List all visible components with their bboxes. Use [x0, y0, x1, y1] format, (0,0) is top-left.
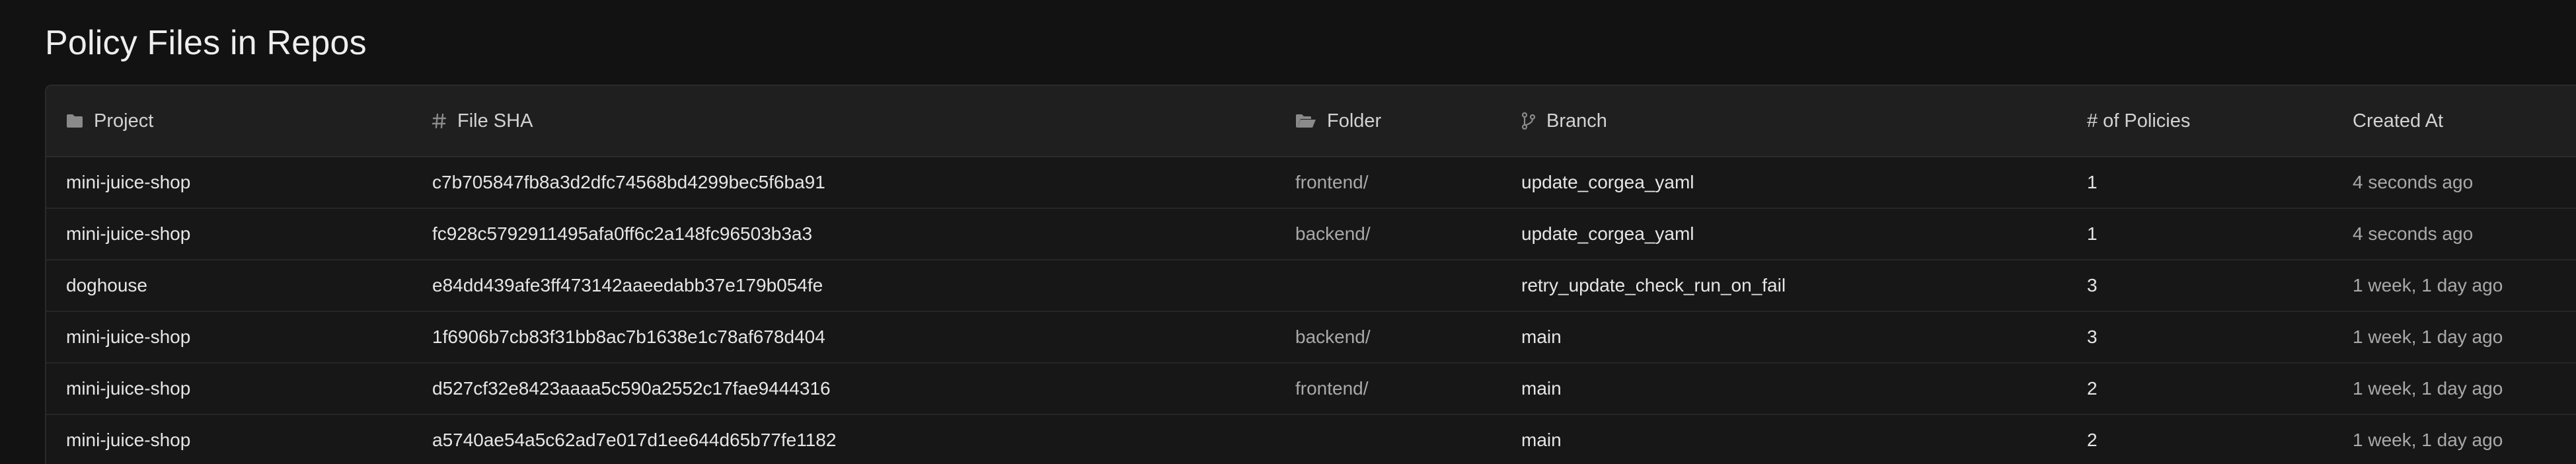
column-label-branch: Branch: [1546, 110, 1607, 132]
cell-file-sha: e84dd439afe3ff473142aaeedabb37e179b054fe: [432, 275, 823, 295]
column-label-policies: # of Policies: [2087, 110, 2191, 132]
column-header-folder[interactable]: Folder: [1295, 86, 1381, 156]
cell-project: mini-juice-shop: [66, 430, 191, 450]
column-header-branch[interactable]: Branch: [1521, 86, 1607, 156]
cell-policies: 2: [2087, 378, 2098, 399]
folder-open-icon: [1296, 114, 1316, 128]
cell-policies: 2: [2087, 430, 2098, 450]
cell-project: mini-juice-shop: [66, 223, 191, 244]
cell-project: doghouse: [66, 275, 148, 295]
cell-created-at: 4 seconds ago: [2353, 172, 2474, 192]
cell-file-sha: d527cf32e8423aaaa5c590a2552c17fae9444316: [432, 378, 831, 399]
column-label-folder: Folder: [1327, 110, 1382, 132]
cell-project: mini-juice-shop: [66, 172, 191, 192]
cell-project: mini-juice-shop: [66, 378, 191, 399]
cell-file-sha: 1f6906b7cb83f31bb8ac7b1638e1c78af678d404: [432, 327, 825, 347]
git-branch-icon: [1521, 112, 1536, 130]
cell-created-at: 1 week, 1 day ago: [2353, 430, 2503, 450]
table-row[interactable]: doghouse e84dd439afe3ff473142aaeedabb37e…: [46, 260, 2576, 312]
table-row[interactable]: mini-juice-shop 1f6906b7cb83f31bb8ac7b16…: [46, 312, 2576, 364]
table-row[interactable]: mini-juice-shop a5740ae54a5c62ad7e017d1e…: [46, 415, 2576, 464]
hash-icon: [432, 113, 447, 129]
cell-created-at: 1 week, 1 day ago: [2353, 378, 2503, 399]
cell-policies: 3: [2087, 275, 2098, 295]
cell-folder: backend/: [1295, 223, 1371, 244]
column-header-created-at[interactable]: Created At: [2353, 86, 2443, 156]
cell-policies: 1: [2087, 223, 2098, 244]
table-row[interactable]: mini-juice-shop d527cf32e8423aaaa5c590a2…: [46, 364, 2576, 415]
cell-branch: main: [1521, 327, 1562, 347]
cell-file-sha: fc928c5792911495afa0ff6c2a148fc96503b3a3: [432, 223, 813, 244]
table-header-row: Project File SHA Folder Branch # of Poli…: [46, 86, 2576, 157]
cell-file-sha: c7b705847fb8a3d2dfc74568bd4299bec5f6ba91: [432, 172, 825, 192]
column-label-created-at: Created At: [2353, 110, 2444, 132]
cell-created-at: 1 week, 1 day ago: [2353, 327, 2503, 347]
cell-folder: frontend/: [1295, 172, 1369, 192]
table-row[interactable]: mini-juice-shop fc928c5792911495afa0ff6c…: [46, 209, 2576, 260]
column-label-project: Project: [94, 110, 154, 132]
cell-branch: retry_update_check_run_on_fail: [1521, 275, 1786, 295]
cell-policies: 1: [2087, 172, 2098, 192]
cell-file-sha: a5740ae54a5c62ad7e017d1ee644d65b77fe1182: [432, 430, 837, 450]
cell-project: mini-juice-shop: [66, 327, 191, 347]
column-header-policies[interactable]: # of Policies: [2087, 86, 2190, 156]
cell-created-at: 1 week, 1 day ago: [2353, 275, 2503, 295]
cell-branch: update_corgea_yaml: [1521, 172, 1694, 192]
folder-icon: [67, 114, 83, 128]
table-row[interactable]: mini-juice-shop c7b705847fb8a3d2dfc74568…: [46, 157, 2576, 209]
column-label-file-sha: File SHA: [457, 110, 533, 132]
cell-branch: main: [1521, 430, 1562, 450]
cell-created-at: 4 seconds ago: [2353, 223, 2474, 244]
policy-files-table: Project File SHA Folder Branch # of Poli…: [45, 85, 2576, 464]
column-header-file-sha[interactable]: File SHA: [432, 86, 533, 156]
cell-folder: backend/: [1295, 327, 1371, 347]
cell-branch: main: [1521, 378, 1562, 399]
table-body: mini-juice-shop c7b705847fb8a3d2dfc74568…: [46, 157, 2576, 464]
cell-branch: update_corgea_yaml: [1521, 223, 1694, 244]
cell-policies: 3: [2087, 327, 2098, 347]
page-title: Policy Files in Repos: [45, 24, 367, 62]
column-header-project[interactable]: Project: [66, 86, 153, 156]
cell-folder: frontend/: [1295, 378, 1369, 399]
